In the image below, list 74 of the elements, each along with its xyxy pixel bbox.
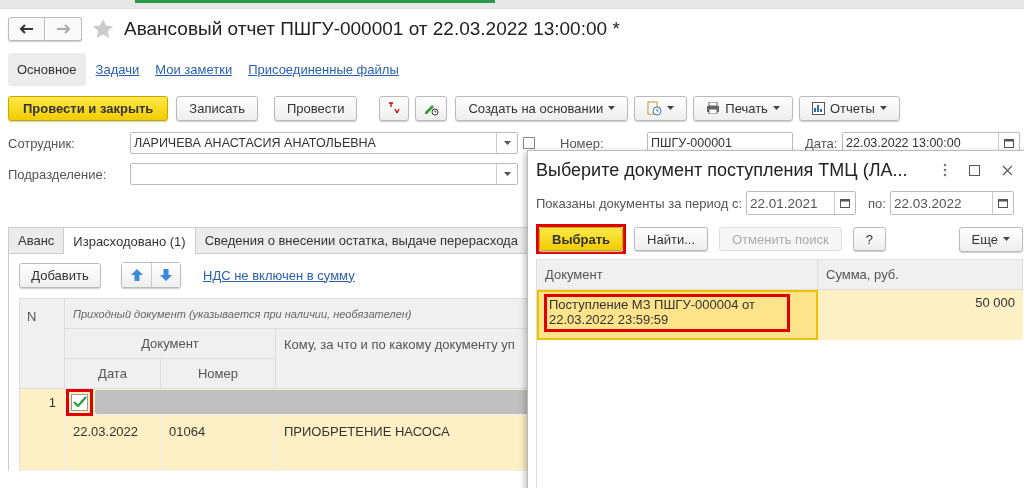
document-clock-icon: [647, 100, 663, 116]
caret-icon: [1003, 237, 1010, 241]
back-button[interactable]: [8, 17, 45, 41]
vat-link[interactable]: НДС не включен в сумму: [203, 267, 355, 283]
dialog-button[interactable]: ?: [852, 227, 886, 251]
period-label: Показаны документы за период с:: [536, 195, 743, 211]
up-arrow-icon: [130, 269, 143, 281]
caret-icon: [608, 106, 616, 110]
dropdown-icon: [503, 141, 511, 145]
calendar-icon: [840, 198, 851, 208]
period-to-label: по:: [868, 195, 886, 211]
toolbar-button[interactable]: Записать: [176, 95, 258, 121]
add-button[interactable]: Добавить: [19, 262, 101, 288]
employee-field[interactable]: ЛАРИЧЕВА АНАСТАСИЯ АНАТОЛЬЕВНА: [130, 132, 518, 154]
table-cell[interactable]: Поступление МЗ ПШГУ-000004 от 22.03.2022 23:59:59: [537, 290, 818, 340]
star-icon[interactable]: [92, 18, 114, 40]
dialog-button[interactable]: Найти...: [634, 227, 708, 251]
number-label: Номер:: [560, 135, 605, 151]
table-cell: ПРИОБРЕТЕНИЕ НАСОСА: [276, 416, 528, 471]
caret-icon: [879, 106, 887, 110]
table-cell: 01064: [161, 416, 276, 471]
attach-menu-button[interactable]: [634, 95, 688, 121]
employee-label: Сотрудник:: [8, 135, 76, 151]
down-arrow-icon: [160, 269, 172, 281]
column-header: Сумма, руб.: [818, 260, 1023, 290]
column-header: Документ: [537, 260, 818, 290]
report-icon: [811, 101, 825, 115]
date-from-field[interactable]: 22.01.2021: [746, 191, 857, 215]
column-header: Номер: [161, 359, 276, 389]
more-menu-button[interactable]: Еще: [958, 226, 1023, 252]
tab[interactable]: Аванс: [8, 227, 65, 253]
dialog-title: Выберите документ поступления ТМЦ (ЛА...: [536, 159, 908, 181]
section-tab[interactable]: Основное: [8, 52, 86, 86]
column-header: Документ: [65, 329, 276, 359]
table-cell: 22.03.2022: [65, 416, 161, 471]
caret-icon: [772, 106, 780, 110]
date-label: Дата:: [805, 135, 839, 151]
section-link[interactable]: Мои заметки: [149, 52, 239, 86]
move-up-button[interactable]: [122, 263, 151, 287]
table-cell[interactable]: 50 000: [818, 290, 1023, 340]
select-button[interactable]: Выбрать: [539, 227, 624, 251]
close-icon[interactable]: [1002, 164, 1013, 176]
printer-icon: [706, 102, 721, 114]
menu-button[interactable]: Отчеты: [798, 95, 900, 121]
window-title: Авансовый отчет ПШГУ-000001 от 22.03.2022 13:00:00 *: [124, 18, 620, 40]
calendar-icon: [997, 198, 1008, 208]
column-group-header: Приходный документ (указывается при наличии, необязателен): [65, 299, 528, 329]
tab[interactable]: Израсходовано (1): [63, 227, 196, 254]
section-link[interactable]: Задачи: [89, 52, 146, 86]
post-and-close-button[interactable]: Провести и закрыть: [8, 95, 169, 121]
column-header: N: [20, 299, 65, 389]
open-icon[interactable]: [523, 137, 535, 149]
edit-history-button[interactable]: [415, 95, 448, 121]
caret-icon: [667, 106, 675, 110]
calendar-icon: [1004, 138, 1014, 148]
menu-button[interactable]: Печать: [693, 95, 793, 121]
column-header: Дата: [65, 359, 161, 389]
checkbox[interactable]: [71, 393, 88, 411]
date-to-field[interactable]: 22.03.2022: [889, 191, 1014, 215]
move-down-button[interactable]: [151, 263, 180, 287]
toolbar-button[interactable]: Провести: [273, 95, 358, 121]
menu-button[interactable]: Создать на основании: [455, 95, 629, 121]
left-arrow-icon: [19, 24, 34, 34]
column-header: Кому, за что и по какому документу уп: [276, 329, 528, 389]
row-number: 1: [20, 389, 65, 471]
department-field[interactable]: [130, 163, 518, 185]
right-arrow-icon: [56, 24, 70, 34]
dropdown-icon: [503, 172, 511, 176]
debit-credit-button[interactable]: [379, 95, 410, 121]
department-label: Подразделение:: [8, 166, 108, 182]
section-link[interactable]: Присоединенные файлы: [242, 52, 405, 86]
more-icon[interactable]: [943, 163, 948, 177]
tab[interactable]: Сведения о внесении остатка, выдаче перерасхода: [194, 227, 528, 253]
maximize-icon[interactable]: [969, 164, 981, 176]
